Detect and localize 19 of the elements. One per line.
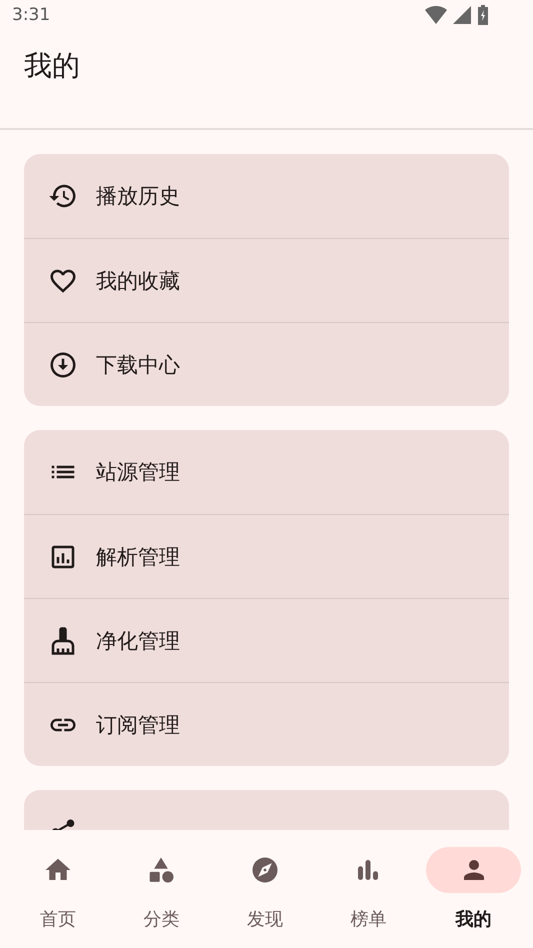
menu-item[interactable]: 站源管理	[24, 430, 509, 514]
page-title: 我的	[24, 48, 80, 84]
menu-item[interactable]: 订阅管理	[24, 682, 509, 766]
nav-tab[interactable]: 分类	[110, 830, 213, 948]
nav-tab[interactable]: 榜单	[316, 830, 420, 948]
nav-tab[interactable]: 发现	[213, 830, 316, 948]
battery-icon	[477, 5, 489, 25]
wifi-icon	[425, 6, 447, 24]
status-time: 3:31	[12, 5, 50, 25]
menu-item[interactable]: 播放历史	[24, 154, 509, 238]
menu-item[interactable]: 净化管理	[24, 598, 509, 682]
compass-icon	[250, 855, 280, 885]
menu-item[interactable]: 解析管理	[24, 514, 509, 598]
nav-tab[interactable]: 首页	[6, 830, 110, 948]
nav-tab[interactable]: 我的	[420, 830, 527, 948]
signal-icon	[453, 6, 471, 24]
menu-item[interactable]: 下载中心	[24, 322, 509, 406]
download-icon	[48, 350, 78, 380]
menu-item[interactable]: 我的收藏	[24, 238, 509, 322]
